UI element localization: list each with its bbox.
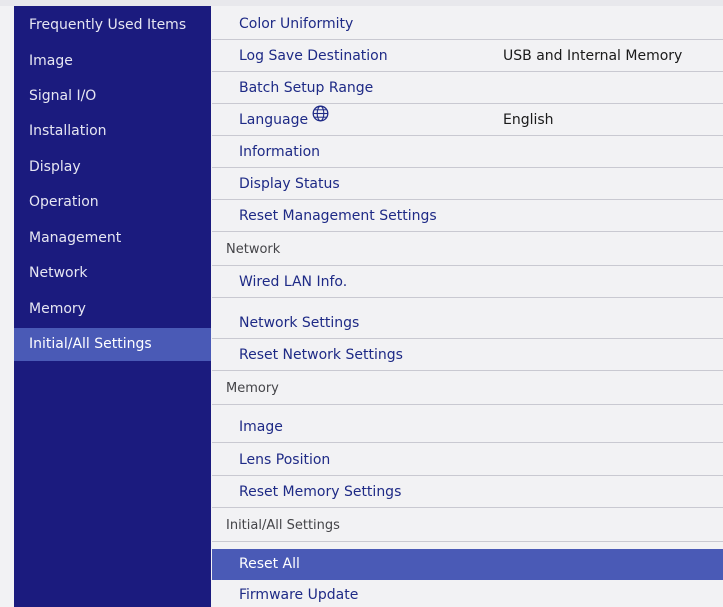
menu-row-information[interactable]: Information	[212, 137, 723, 168]
menu-row-label: Reset Network Settings	[239, 347, 403, 363]
section-header-label: Network	[226, 242, 281, 257]
menu-row-label: Firmware Update	[239, 587, 359, 603]
sidebar-item-network[interactable]: Network	[14, 257, 211, 290]
menu-row-value: English	[503, 112, 554, 128]
menu-row-label: Reset All	[239, 556, 300, 572]
menu-row-label: Color Uniformity	[239, 16, 354, 32]
sidebar-item-frequently-used-items[interactable]: Frequently Used Items	[14, 9, 211, 42]
section-header-memory: Memory	[212, 372, 723, 405]
menu-row-label: Language	[239, 112, 309, 128]
menu-row-network-settings[interactable]: Network Settings	[212, 308, 723, 339]
menu-row-label: Batch Setup Range	[239, 80, 374, 96]
menu-row-label: Display Status	[239, 176, 340, 192]
sidebar-item-installation[interactable]: Installation	[14, 115, 211, 148]
settings-panel: Color Uniformity Log Save Destination US…	[212, 6, 723, 607]
menu-row-lens-position[interactable]: Lens Position	[212, 445, 723, 476]
menu-row-language[interactable]: Language English	[212, 105, 723, 136]
menu-row-reset-memory-settings[interactable]: Reset Memory Settings	[212, 477, 723, 508]
menu-row-reset-management-settings[interactable]: Reset Management Settings	[212, 201, 723, 232]
sidebar-item-display[interactable]: Display	[14, 151, 211, 184]
sidebar-item-operation[interactable]: Operation	[14, 186, 211, 219]
menu-row-value: USB and Internal Memory	[503, 48, 683, 64]
section-header-initial-all-settings: Initial/All Settings	[212, 509, 723, 542]
menu-row-label: Reset Management Settings	[239, 208, 437, 224]
menu-row-label: Wired LAN Info.	[239, 274, 348, 290]
menu-row-firmware-update[interactable]: Firmware Update	[212, 580, 723, 607]
menu-row-label: Reset Memory Settings	[239, 484, 402, 500]
menu-row-reset-network-settings[interactable]: Reset Network Settings	[212, 340, 723, 371]
sidebar-item-initial-all-settings[interactable]: Initial/All Settings	[14, 328, 211, 361]
globe-icon	[312, 103, 329, 134]
sidebar-item-memory[interactable]: Memory	[14, 293, 211, 326]
menu-row-reset-all[interactable]: Reset All	[212, 549, 723, 580]
menu-row-batch-setup-range[interactable]: Batch Setup Range	[212, 73, 723, 104]
menu-row-label: Image	[239, 419, 283, 435]
sidebar: Frequently Used Items Image Signal I/O I…	[14, 6, 211, 607]
section-header-label: Memory	[226, 381, 279, 396]
sidebar-item-signal-io[interactable]: Signal I/O	[14, 80, 211, 113]
menu-row-wired-lan-info[interactable]: Wired LAN Info.	[212, 267, 723, 298]
menu-row-label: Network Settings	[239, 315, 360, 331]
section-header-label: Initial/All Settings	[226, 518, 340, 533]
menu-row-memory-image[interactable]: Image	[212, 412, 723, 443]
menu-row-log-save-destination[interactable]: Log Save Destination USB and Internal Me…	[212, 41, 723, 72]
menu-row-label: Lens Position	[239, 452, 331, 468]
section-header-network: Network	[212, 233, 723, 266]
menu-row-label: Information	[239, 144, 321, 160]
sidebar-item-management[interactable]: Management	[14, 222, 211, 255]
sidebar-item-image[interactable]: Image	[14, 45, 211, 78]
projector-menu-screen: Frequently Used Items Image Signal I/O I…	[0, 0, 723, 607]
menu-row-color-uniformity[interactable]: Color Uniformity	[212, 9, 723, 40]
menu-row-display-status[interactable]: Display Status	[212, 169, 723, 200]
menu-row-label: Log Save Destination	[239, 48, 388, 64]
